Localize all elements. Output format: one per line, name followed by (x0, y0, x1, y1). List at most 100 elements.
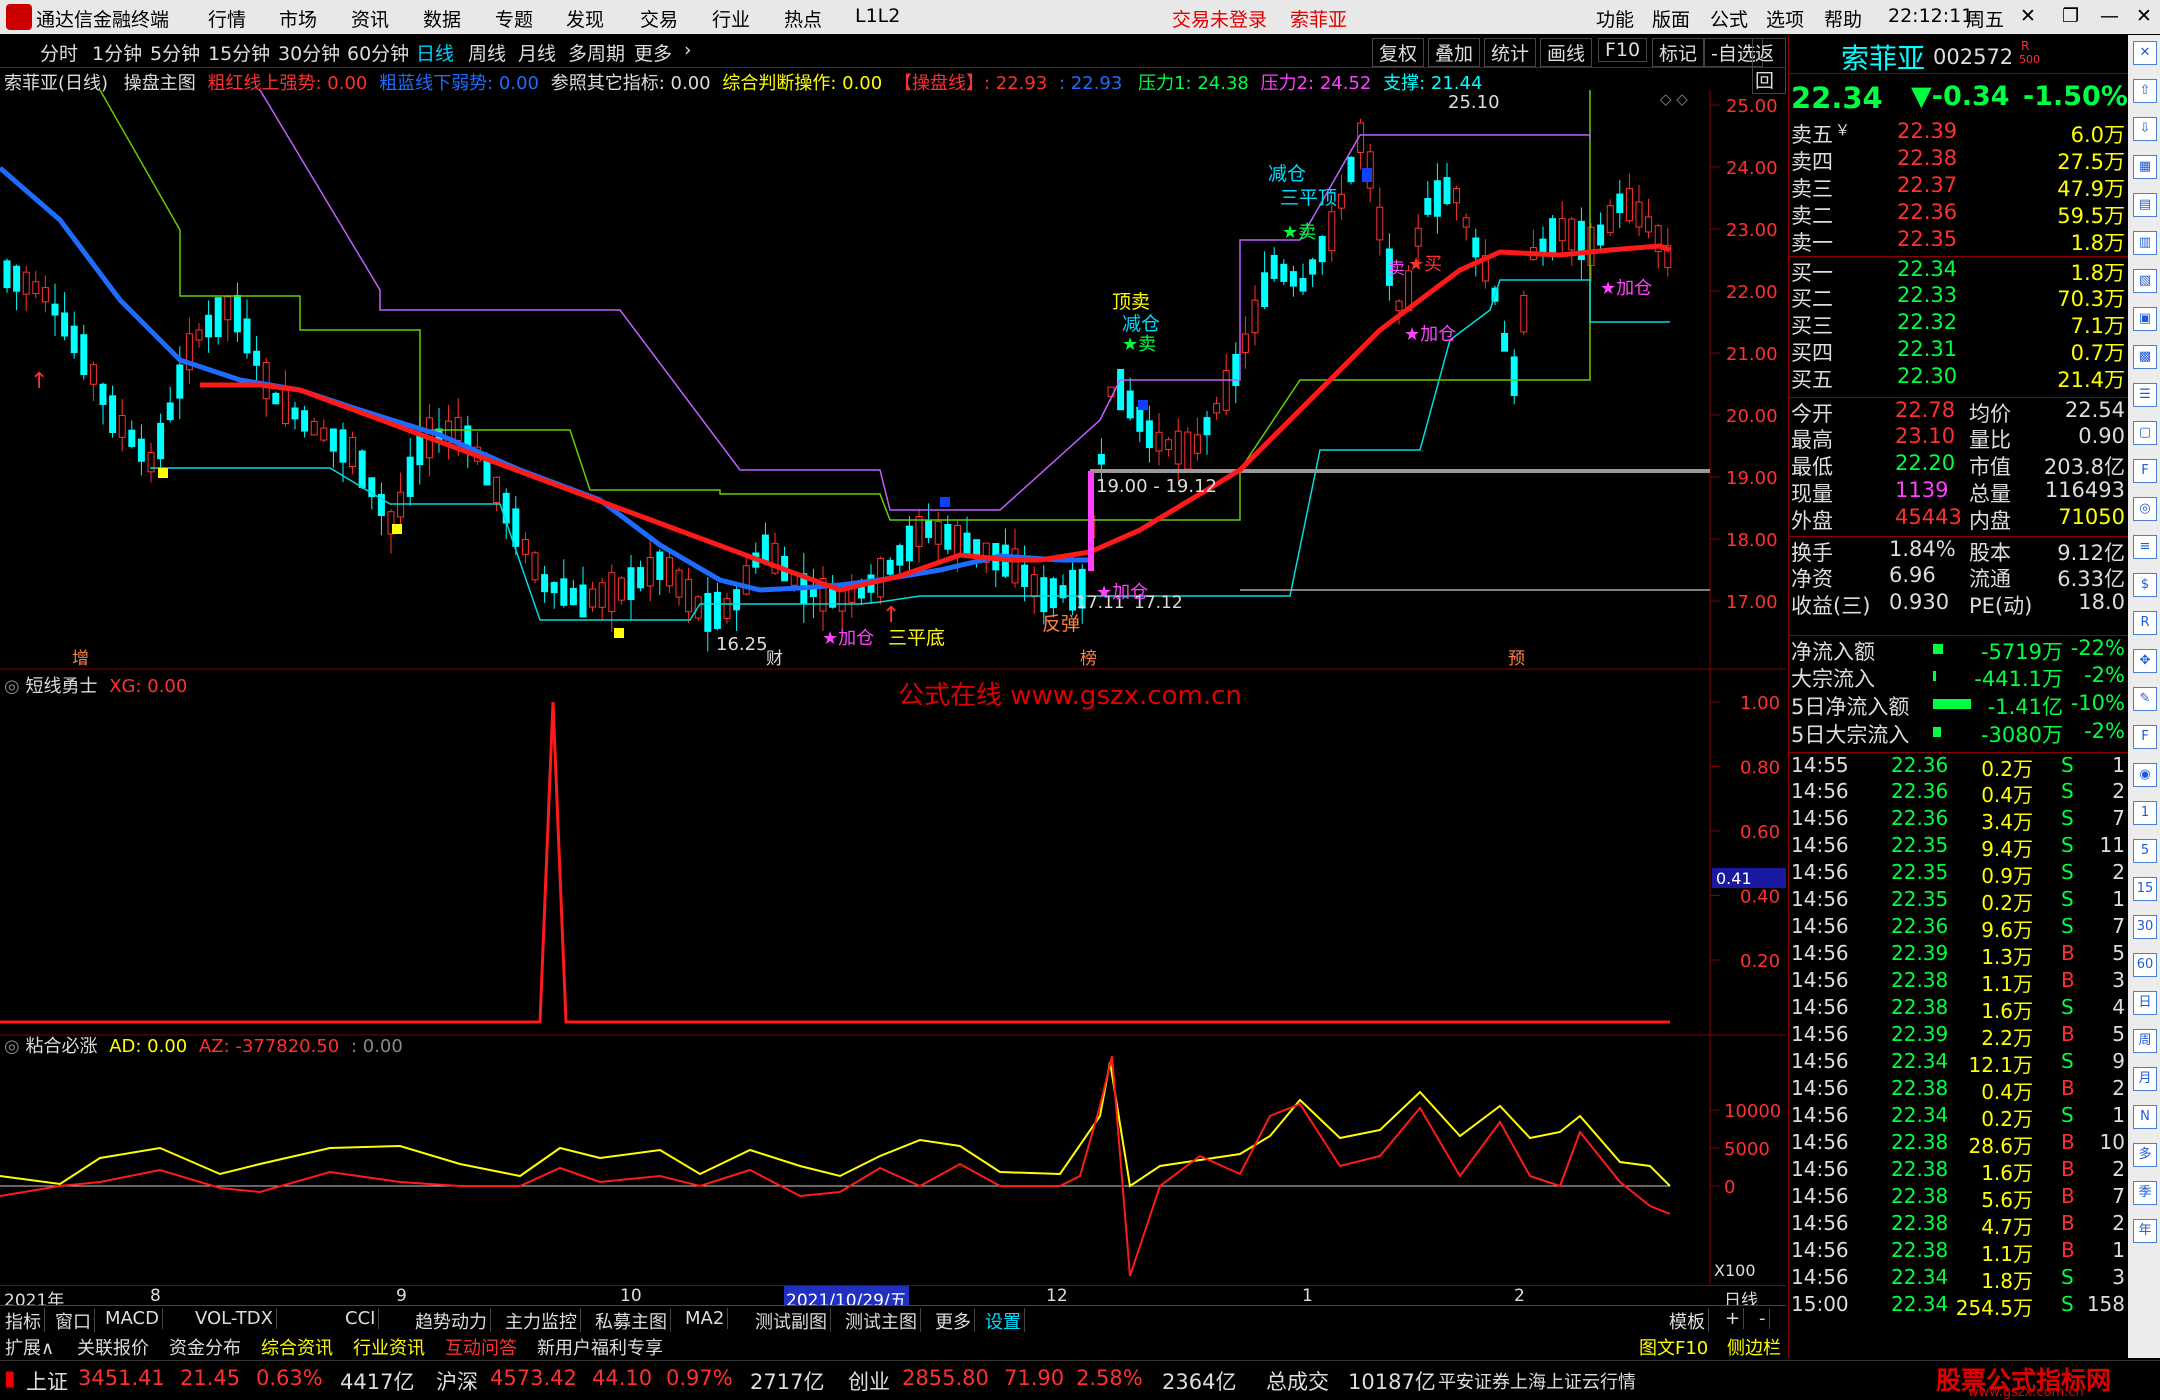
menu-layout[interactable]: 版面 (1652, 5, 1690, 32)
event-tag[interactable]: 榜 (1080, 649, 1097, 669)
target-icon[interactable]: ◎ (2133, 497, 2157, 521)
ask-row[interactable]: 卖一 22.35 1.8万 (1789, 227, 2129, 255)
day5-icon[interactable]: 5 (2133, 839, 2157, 863)
day1-icon[interactable]: 1 (2133, 801, 2157, 825)
minimize-icon[interactable]: — (2100, 5, 2119, 27)
indicator-tab[interactable]: CCI (342, 1308, 380, 1329)
close-icon[interactable]: ✕ (2020, 5, 2036, 27)
menu-discover[interactable]: 发现 (566, 5, 604, 32)
bar-icon[interactable]: ▧ (2133, 269, 2157, 293)
remove-button[interactable]: - (1756, 1308, 1770, 1329)
indicator-tab[interactable]: 私募主图 (592, 1308, 671, 1334)
menu-trade[interactable]: 交易 (640, 5, 678, 32)
f10-icon[interactable]: F (2133, 459, 2157, 483)
extension-tab[interactable]: 关联报价 (74, 1334, 152, 1360)
extension-tab[interactable]: 综合资讯 (258, 1334, 336, 1360)
period-30min[interactable]: 30分钟 (278, 39, 340, 66)
rsi-icon[interactable]: R (2133, 611, 2157, 635)
bid-row[interactable]: 买四 22.31 0.7万 (1789, 337, 2129, 365)
indicator-tab[interactable]: 测试主图 (842, 1308, 921, 1334)
menu-l1l2[interactable]: L1L2 (855, 5, 900, 27)
back-button[interactable]: 返回 (1752, 38, 1786, 94)
draw-button[interactable]: 画线 (1540, 38, 1593, 67)
multi-icon[interactable]: 多 (2133, 1143, 2157, 1167)
indicator-tab[interactable]: MACD (102, 1308, 163, 1329)
period-15min[interactable]: 15分钟 (208, 39, 270, 66)
extension-tab[interactable]: 新用户福利专享 (534, 1334, 666, 1360)
event-tag[interactable]: 预 (1508, 649, 1525, 669)
bid-row[interactable]: 买三 22.32 7.1万 (1789, 310, 2129, 338)
template-button[interactable]: 模板 (1666, 1308, 1709, 1334)
extension-tab[interactable]: 扩展∧ (2, 1334, 57, 1360)
close-icon[interactable]: ✕ (2133, 41, 2157, 65)
menu-quotes[interactable]: 行情 (208, 5, 246, 32)
extension-tab[interactable]: 行业资讯 (350, 1334, 428, 1360)
day30-icon[interactable]: 30 (2133, 915, 2157, 939)
bid-row[interactable]: 买五 22.30 21.4万 (1789, 364, 2129, 392)
season-icon[interactable]: 季 (2133, 1181, 2157, 1205)
overlay-button[interactable]: 叠加 (1428, 38, 1481, 67)
period-5min[interactable]: 5分钟 (150, 39, 200, 66)
ask-row[interactable]: 卖三 22.37 47.9万 (1789, 173, 2129, 201)
week-icon[interactable]: 周 (2133, 1029, 2157, 1053)
doc-icon[interactable]: ▢ (2133, 421, 2157, 445)
day15-icon[interactable]: 15 (2133, 877, 2157, 901)
stats-button[interactable]: 统计 (1484, 38, 1537, 67)
list-icon[interactable]: ☰ (2133, 383, 2157, 407)
period-weekly[interactable]: 周线 (468, 39, 506, 66)
indicator-tab[interactable]: VOL-TDX (192, 1308, 277, 1329)
menu-hot[interactable]: 热点 (784, 5, 822, 32)
sub2-chart[interactable]: 10000 5000 0 X100 (0, 1036, 1786, 1284)
period-1min[interactable]: 1分钟 (92, 39, 142, 66)
period-tick[interactable]: 分时 (40, 39, 78, 66)
month-icon[interactable]: 月 (2133, 1067, 2157, 1091)
period-more[interactable]: 更多 (634, 39, 672, 66)
menu-help[interactable]: 帮助 (1824, 5, 1862, 32)
ask-row[interactable]: 卖四 22.38 27.5万 (1789, 146, 2129, 174)
menu-industry[interactable]: 行业 (712, 5, 750, 32)
indicator-tab[interactable]: 测试副图 (752, 1308, 831, 1334)
money-icon[interactable]: $ (2133, 573, 2157, 597)
indicator-tab[interactable]: 趋势动力 (412, 1308, 491, 1334)
indicator-tab[interactable]: 设置 (982, 1308, 1025, 1334)
mark-button[interactable]: 标记 (1652, 38, 1705, 67)
menu-news[interactable]: 资讯 (351, 5, 389, 32)
sub1-chart[interactable]: 1.00 0.80 0.60 0.40 0.20 0.41 公式在线 www.gszx.… (0, 670, 1786, 1036)
ask-row[interactable]: 卖二 22.36 59.5万 (1789, 200, 2129, 228)
menu-data[interactable]: 数据 (423, 5, 461, 32)
side-tab[interactable]: 图文F10 (1636, 1334, 1711, 1360)
event-tag[interactable]: 增 (72, 649, 89, 669)
menu-function[interactable]: 功能 (1596, 5, 1634, 32)
day60-icon[interactable]: 60 (2133, 953, 2157, 977)
indicator-tab[interactable]: MA2 (682, 1308, 729, 1329)
box-icon[interactable]: ▣ (2133, 307, 2157, 331)
extension-tab[interactable]: 互动问答 (442, 1334, 520, 1360)
extension-tab[interactable]: 资金分布 (166, 1334, 244, 1360)
scroll-up-icon[interactable]: ◇ ◇ (1660, 90, 1688, 108)
list-icon[interactable]: ≡ (2133, 535, 2157, 559)
grid-icon[interactable]: ▤ (2133, 193, 2157, 217)
period-monthly[interactable]: 月线 (518, 39, 556, 66)
fund-icon[interactable]: ▩ (2133, 345, 2157, 369)
pen-icon[interactable]: ✎ (2133, 687, 2157, 711)
indicator-tab[interactable]: 更多 (932, 1308, 975, 1334)
period-60min[interactable]: 60分钟 (347, 39, 409, 66)
refresh-icon[interactable]: ◉ (2133, 763, 2157, 787)
add-button[interactable]: + (1722, 1308, 1745, 1329)
f5-icon[interactable]: F (2133, 725, 2157, 749)
menu-options[interactable]: 选项 (1766, 5, 1804, 32)
year-icon[interactable]: 年 (2133, 1219, 2157, 1243)
indicator-tab[interactable]: 主力监控 (502, 1308, 581, 1334)
bid-row[interactable]: 买二 22.33 70.3万 (1789, 283, 2129, 311)
menu-formula[interactable]: 公式 (1710, 5, 1748, 32)
chart-icon[interactable]: ▥ (2133, 231, 2157, 255)
main-kline-chart[interactable]: 25.00 24.00 23.00 22.00 21.00 20.00 19.00 18.00… (0, 90, 1786, 670)
period-multi[interactable]: 多周期 (568, 39, 625, 66)
day-icon[interactable]: 日 (2133, 991, 2157, 1015)
ask-row[interactable]: 卖五 ￥ 22.39 6.0万 (1789, 119, 2129, 147)
f10-button[interactable]: F10 (1598, 38, 1648, 62)
adjust-button[interactable]: 复权 (1372, 38, 1425, 67)
move-icon[interactable]: ✥ (2133, 649, 2157, 673)
arrow-down-icon[interactable]: ⇩ (2133, 117, 2157, 141)
menu-topics[interactable]: 专题 (495, 5, 533, 32)
